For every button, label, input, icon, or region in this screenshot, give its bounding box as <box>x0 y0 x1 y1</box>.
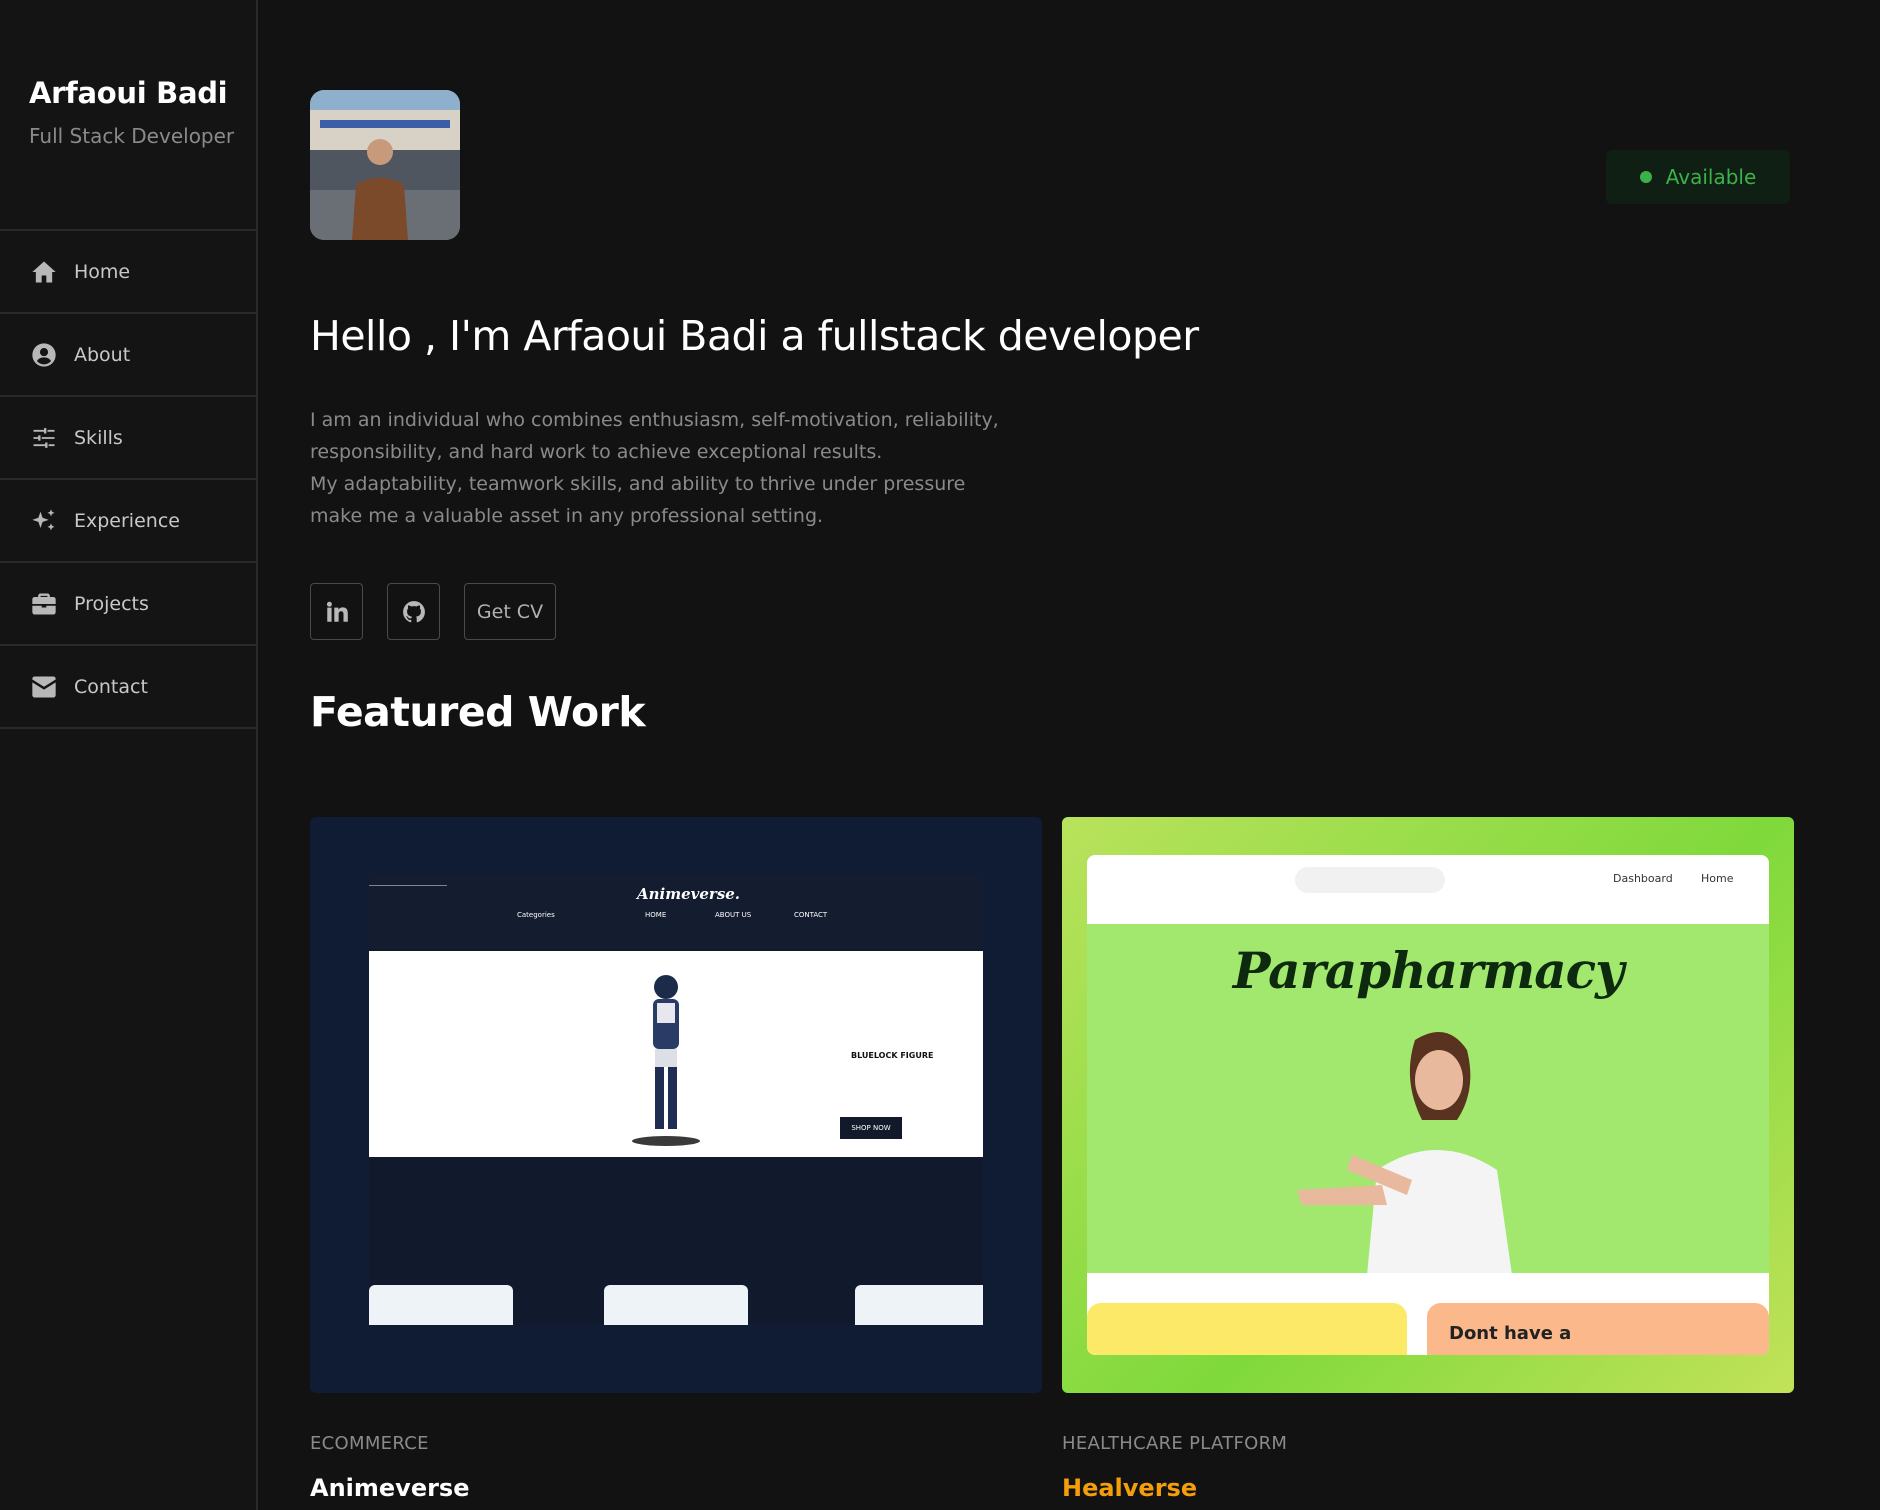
hero-headline: Hello , I'm Arfaoui Badi a fullstack dev… <box>310 312 1199 360</box>
featured-work-title: Featured Work <box>310 688 646 736</box>
preview-link: CONTACT <box>794 911 828 919</box>
project-card-healverse[interactable]: Dashboard Home Parapharmacy Dont have a <box>1062 817 1794 1502</box>
preview-search-line <box>369 885 447 886</box>
linkedin-button[interactable] <box>310 583 363 640</box>
sidebar-item-skills[interactable]: Skills <box>0 397 256 480</box>
project-card-animeverse[interactable]: Animeverse. Categories HOME ABOUT US CON… <box>310 817 1042 1502</box>
user-circle-icon <box>30 341 58 369</box>
project-title[interactable]: Animeverse <box>310 1474 1042 1502</box>
sidebar-item-contact[interactable]: Contact <box>0 646 256 729</box>
preview-shop-button: SHOP NOW <box>840 1117 902 1139</box>
github-icon <box>402 600 425 622</box>
sidebar-item-label: Experience <box>74 509 180 532</box>
preview-logo: Animeverse. <box>637 885 741 903</box>
sidebar-item-about[interactable]: About <box>0 314 256 397</box>
bio-line: make me a valuable asset in any professi… <box>310 505 824 527</box>
envelope-icon <box>30 673 58 701</box>
preview-navbar: Animeverse. Categories HOME ABOUT US CON… <box>369 875 983 949</box>
bio-line: I am an individual who combines enthusia… <box>310 409 999 431</box>
project-title[interactable]: Healverse <box>1062 1474 1794 1502</box>
social-links: Get CV <box>310 583 556 640</box>
preview-link: Dashboard <box>1613 872 1673 885</box>
preview-banner: Dont have a <box>1427 1303 1769 1355</box>
figure-image <box>632 975 700 1146</box>
status-dot-icon <box>1639 171 1652 183</box>
brand: Arfaoui Badi Full Stack Developer <box>0 0 256 231</box>
project-preview[interactable]: Animeverse. Categories HOME ABOUT US CON… <box>310 817 1042 1393</box>
briefcase-icon <box>30 590 58 618</box>
bio-line: responsibility, and hard work to achieve… <box>310 441 883 463</box>
preview-tile <box>604 1285 748 1325</box>
sidebar-item-label: Projects <box>74 592 149 615</box>
avatar <box>310 90 460 240</box>
preview-hero: BLUELOCK FIGURE SHOP NOW <box>369 951 983 1157</box>
get-cv-button[interactable]: Get CV <box>464 583 556 640</box>
sidebar-item-label: Home <box>74 260 131 283</box>
project-category: ECOMMERCE <box>310 1433 429 1454</box>
preview-link: ABOUT US <box>715 911 752 919</box>
preview-link: Home <box>1701 872 1734 885</box>
preview-frame: Animeverse. Categories HOME ABOUT US CON… <box>369 875 983 1325</box>
project-category: HEALTHCARE PLATFORM <box>1062 1433 1288 1454</box>
hero-bio: I am an individual who combines enthusia… <box>310 404 1030 532</box>
sparkles-icon <box>30 507 58 535</box>
sliders-icon <box>30 424 58 452</box>
preview-tile <box>369 1285 513 1325</box>
sidebar-nav: Home About Skills Experience Projects Co… <box>0 231 256 729</box>
preview-search-field <box>1295 867 1445 893</box>
main-content: Available Hello , I'm Arfaoui Badi a ful… <box>310 0 1794 1510</box>
sidebar-item-projects[interactable]: Projects <box>0 563 256 646</box>
status-label: Available <box>1665 165 1757 189</box>
doctor-image <box>1297 1032 1512 1275</box>
bio-line: My adaptability, teamwork skills, and ab… <box>310 473 966 495</box>
sidebar: Arfaoui Badi Full Stack Developer Home A… <box>0 0 258 1510</box>
preview-link: HOME <box>645 911 667 919</box>
sidebar-item-label: About <box>74 343 131 366</box>
sidebar-item-home[interactable]: Home <box>0 231 256 314</box>
preview-banner-text: Dont have a <box>1449 1323 1572 1344</box>
linkedin-icon <box>326 601 348 622</box>
preview-brand-title: Parapharmacy <box>1232 941 1624 1000</box>
brand-name: Arfaoui Badi <box>29 76 228 110</box>
preview-hero-text: BLUELOCK FIGURE <box>851 1051 934 1060</box>
project-preview[interactable]: Dashboard Home Parapharmacy Dont have a <box>1062 817 1794 1393</box>
preview-banner <box>1087 1303 1407 1355</box>
home-icon <box>30 258 58 286</box>
preview-tile <box>855 1285 983 1325</box>
preview-navbar: Dashboard Home <box>1087 855 1769 924</box>
sidebar-item-label: Contact <box>74 675 148 698</box>
sidebar-item-label: Skills <box>74 426 123 449</box>
preview-link: Categories <box>517 911 555 919</box>
brand-role: Full Stack Developer <box>29 124 235 148</box>
preview-frame: Dashboard Home Parapharmacy Dont have a <box>1087 855 1769 1355</box>
github-button[interactable] <box>387 583 440 640</box>
sidebar-item-experience[interactable]: Experience <box>0 480 256 563</box>
status-badge: Available <box>1606 150 1790 204</box>
